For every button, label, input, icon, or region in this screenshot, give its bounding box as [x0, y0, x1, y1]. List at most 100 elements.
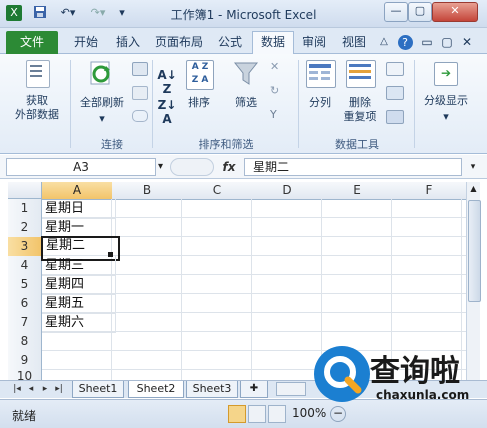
sheet-tab-sheet1[interactable]: Sheet1: [72, 381, 124, 398]
sort-asc-icon[interactable]: A↓ Z: [156, 68, 178, 96]
scroll-thumb[interactable]: [468, 200, 481, 302]
refresh-all-button[interactable]: 全部刷新: [74, 96, 130, 110]
name-box-dropdown-icon[interactable]: ▾: [158, 160, 170, 174]
row-header[interactable]: 5: [8, 275, 42, 295]
column-header-c[interactable]: C: [182, 182, 253, 200]
page-break-view-icon[interactable]: [268, 405, 286, 423]
cell-a1[interactable]: 星期日: [42, 199, 116, 219]
brand-name: 查询啦: [370, 354, 460, 389]
properties-icon[interactable]: [132, 86, 148, 100]
zoom-level[interactable]: 100%: [292, 406, 326, 420]
workbook-restore-icon[interactable]: ▢: [438, 32, 456, 53]
edit-links-icon[interactable]: [132, 110, 148, 122]
column-header-e[interactable]: E: [322, 182, 393, 200]
next-sheet-icon[interactable]: ▸: [40, 383, 50, 395]
tab-data[interactable]: 数据: [252, 31, 294, 55]
group-divider: [152, 60, 153, 148]
tab-view[interactable]: 视图: [336, 32, 372, 53]
expand-formula-bar-icon[interactable]: ▾: [466, 160, 480, 174]
connections-icon[interactable]: [132, 62, 148, 76]
tab-review[interactable]: 审阅: [296, 32, 332, 53]
column-header-a[interactable]: A: [42, 182, 113, 200]
row-header[interactable]: 1: [8, 199, 42, 219]
tab-insert[interactable]: 插入: [110, 32, 146, 53]
cell-a5[interactable]: 星期四: [42, 275, 116, 295]
outline-icon: ➔: [434, 62, 458, 86]
horizontal-scrollbar[interactable]: [276, 382, 306, 396]
group-divider: [70, 60, 71, 148]
remove-duplicates-button[interactable]: 删除 重复项: [336, 96, 384, 124]
sort-desc-icon[interactable]: Z↓ A: [156, 98, 178, 126]
cell-a7[interactable]: 星期六: [42, 313, 116, 333]
filter-icon: [232, 60, 260, 88]
first-sheet-icon[interactable]: |◂: [12, 383, 22, 395]
ribbon-collapse-icon[interactable]: △: [376, 32, 392, 53]
help-icon[interactable]: ?: [396, 32, 414, 53]
get-external-data-button[interactable]: 获取 外部数据: [6, 94, 68, 122]
group-divider: [414, 60, 415, 148]
maximize-button[interactable]: ▢: [408, 2, 432, 22]
filter-button[interactable]: 筛选: [228, 96, 264, 110]
last-sheet-icon[interactable]: ▸|: [54, 383, 64, 395]
cell-a2[interactable]: 星期一: [42, 218, 116, 238]
watermark: 查询啦 chaxunla.com: [312, 344, 484, 408]
advanced-filter-icon[interactable]: Y: [270, 108, 286, 122]
formula-input[interactable]: 星期二: [244, 158, 462, 176]
formula-controls: [170, 158, 214, 176]
ribbon-data: 获取 外部数据 全部刷新 ▾ 连接 A↓ Z Z↓ A A ZZ A 排序 筛选 ✕…: [0, 54, 487, 154]
close-window-button[interactable]: ✕: [432, 2, 478, 22]
outline-button[interactable]: 分级显示: [418, 94, 474, 108]
ribbon-tabs: 文件 开始 插入 页面布局 公式 数据 审阅 视图 △ ? ▭ ▢ ✕: [0, 28, 487, 55]
sort-icon: A ZZ A: [186, 60, 214, 90]
consolidate-icon[interactable]: [386, 86, 404, 100]
sheet-tab-sheet3[interactable]: Sheet3: [186, 381, 238, 398]
page-layout-view-icon[interactable]: [248, 405, 266, 423]
group-divider: [298, 60, 299, 148]
row-header[interactable]: 2: [8, 218, 42, 238]
title-bar: X ↶▾ ↷▾ ▾ 工作簿1 - Microsoft Excel — ▢ ✕: [0, 0, 487, 28]
row-header[interactable]: 3: [8, 237, 42, 257]
brand-domain: chaxunla.com: [376, 388, 470, 402]
refresh-dropdown-icon[interactable]: ▾: [96, 112, 108, 126]
what-if-analysis-icon[interactable]: [386, 110, 404, 124]
minimize-button[interactable]: —: [384, 2, 408, 22]
connections-group-label: 连接: [101, 138, 123, 151]
text-to-columns-icon: [306, 60, 336, 88]
text-to-columns-button[interactable]: 分列: [302, 96, 338, 110]
sheet-tab-sheet2[interactable]: Sheet2: [128, 381, 184, 398]
data-tools-group-label: 数据工具: [335, 138, 379, 151]
workbook-minimize-icon[interactable]: ▭: [418, 32, 436, 53]
status-ready: 就绪: [12, 409, 37, 423]
reapply-icon[interactable]: ↻: [270, 84, 286, 98]
row-header[interactable]: 9: [8, 351, 42, 371]
tab-formulas[interactable]: 公式: [212, 32, 248, 53]
scroll-up-icon[interactable]: ▲: [468, 184, 479, 196]
column-header-f[interactable]: F: [392, 182, 467, 200]
row-header[interactable]: 7: [8, 313, 42, 333]
normal-view-icon[interactable]: [228, 405, 246, 423]
refresh-all-icon: [88, 60, 114, 88]
tab-file[interactable]: 文件: [6, 31, 58, 54]
row-header[interactable]: 8: [8, 332, 42, 352]
column-header-b[interactable]: B: [112, 182, 183, 200]
row-header[interactable]: 4: [8, 256, 42, 276]
workbook-close-icon[interactable]: ✕: [458, 32, 476, 53]
zoom-out-icon[interactable]: −: [330, 406, 346, 422]
cell-a6[interactable]: 星期五: [42, 294, 116, 314]
sort-button[interactable]: 排序: [182, 96, 216, 110]
outline-dropdown-icon[interactable]: ▾: [440, 110, 452, 124]
column-header-d[interactable]: D: [252, 182, 323, 200]
row-header[interactable]: 6: [8, 294, 42, 314]
name-box[interactable]: A3: [6, 158, 156, 176]
insert-sheet-icon[interactable]: ✚: [240, 381, 268, 398]
cell-a4[interactable]: 星期三: [42, 256, 116, 276]
brand-logo-icon: [314, 346, 370, 402]
prev-sheet-icon[interactable]: ◂: [26, 383, 36, 395]
tab-page-layout[interactable]: 页面布局: [150, 32, 208, 53]
insert-function-icon[interactable]: fx: [218, 158, 240, 176]
tab-home[interactable]: 开始: [66, 32, 106, 53]
get-external-data-icon: [26, 60, 50, 88]
select-all-corner[interactable]: [8, 182, 42, 199]
data-validation-icon[interactable]: [386, 62, 404, 76]
clear-filter-icon[interactable]: ✕: [270, 60, 286, 74]
